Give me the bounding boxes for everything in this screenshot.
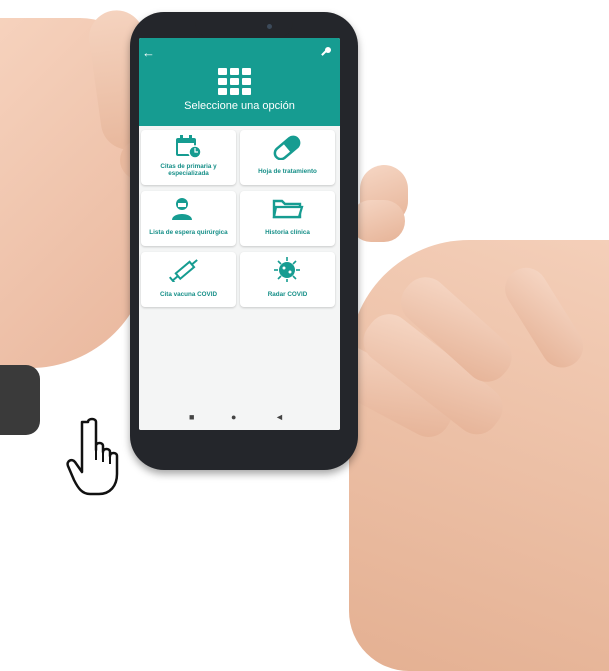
calendar-clock-icon <box>141 134 236 160</box>
camera-dot <box>267 24 272 29</box>
android-nav-bar: ■ ● ◄ <box>139 408 340 430</box>
tile-historia[interactable]: Historia clínica <box>240 191 335 246</box>
tile-label: Citas de primaria y especializada <box>160 163 217 177</box>
back-arrow-icon[interactable]: ← <box>142 45 155 60</box>
tile-lista-espera[interactable]: Lista de espera quirúrgica <box>141 191 236 246</box>
app-header: ← Seleccione una opción <box>139 38 340 126</box>
right-hand <box>349 240 609 671</box>
right-finger-mid <box>350 200 405 242</box>
tile-radar[interactable]: Radar COVID <box>240 252 335 307</box>
tile-label: Cita vacuna COVID <box>159 291 218 298</box>
home-button[interactable]: ● <box>231 412 236 422</box>
surgeon-icon <box>141 195 236 221</box>
pill-icon <box>240 134 335 161</box>
tap-hand-icon <box>66 416 128 503</box>
syringe-icon <box>141 256 236 285</box>
tile-label: Hoja de tratamiento <box>258 168 317 175</box>
phone-screen: ← Seleccione una opción Citas de primari… <box>139 38 340 430</box>
tile-label: Historia clínica <box>265 229 310 236</box>
phone-notch <box>195 13 293 38</box>
key-icon[interactable] <box>320 46 332 61</box>
folder-icon <box>240 195 335 221</box>
page-title: Seleccione una opción <box>184 100 295 112</box>
tile-label: Lista de espera quirúrgica <box>149 229 228 236</box>
left-sleeve <box>0 365 40 435</box>
tile-citas[interactable]: Citas de primaria y especializada <box>141 130 236 185</box>
grid-icon <box>218 68 252 96</box>
tile-vacuna[interactable]: Cita vacuna COVID <box>141 252 236 307</box>
nav-back-button[interactable]: ◄ <box>275 412 284 422</box>
recents-button[interactable]: ■ <box>189 412 194 422</box>
tile-hoja[interactable]: Hoja de tratamiento <box>240 130 335 185</box>
tile-label: Radar COVID <box>267 291 308 298</box>
virus-icon <box>240 256 335 283</box>
